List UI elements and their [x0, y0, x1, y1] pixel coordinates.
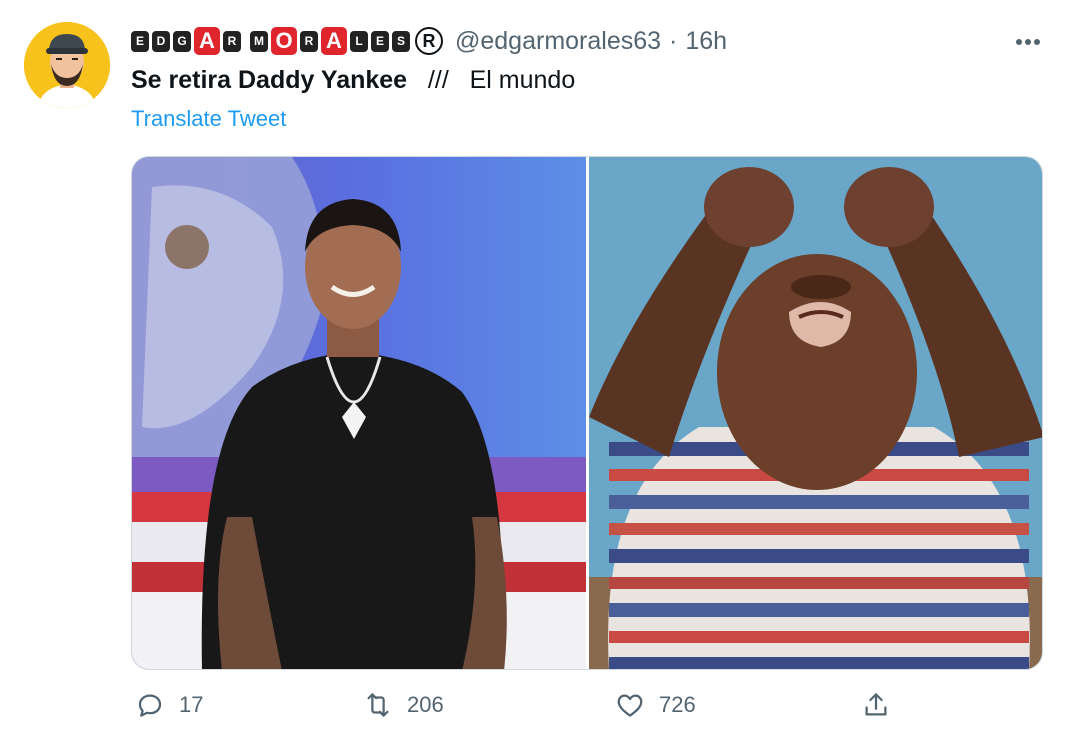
- share-button[interactable]: [861, 690, 891, 720]
- name-letter-badge: A: [321, 27, 347, 55]
- name-letter-badge: R: [223, 30, 241, 52]
- man-smiling-photo: [132, 157, 586, 669]
- retweet-count: 206: [407, 692, 444, 717]
- name-letter-badge: E: [371, 30, 389, 52]
- tweet-text-bold: Se retira Daddy Yankee: [131, 66, 408, 94]
- name-letter-badge: E: [131, 30, 149, 52]
- name-letter-badge: G: [173, 30, 191, 52]
- tweet-text: Se retira Daddy Yankee /// El mundo: [131, 66, 575, 95]
- retweet-icon: [367, 693, 389, 717]
- name-letter-badge: S: [392, 30, 410, 52]
- tweet-actions: 17 206 726: [131, 690, 1074, 730]
- translate-tweet-link[interactable]: Translate Tweet: [131, 106, 286, 132]
- name-letter-badge: A: [194, 27, 220, 55]
- heart-icon: [617, 694, 643, 717]
- reply-icon: [138, 694, 162, 717]
- tweet-header: E D G A R M O R A L E S R @edgarmorales6…: [131, 22, 1054, 60]
- registered-mark: R: [415, 27, 443, 55]
- name-letter-badge: M: [250, 30, 268, 52]
- more-options-button[interactable]: [1010, 24, 1046, 60]
- author-name[interactable]: E D G A R M O R A L E S R: [131, 27, 443, 55]
- tweet-timestamp[interactable]: 16h: [685, 27, 727, 56]
- tweet-media: [131, 156, 1043, 670]
- more-horizontal-icon: [1016, 39, 1040, 45]
- media-photo-left[interactable]: [132, 157, 586, 669]
- crying-child-photo: [589, 157, 1042, 669]
- retweet-button[interactable]: 206: [363, 690, 444, 720]
- share-icon: [865, 693, 887, 716]
- separator-dot: ·: [669, 26, 678, 55]
- like-count: 726: [659, 692, 696, 717]
- avatar-illustration: [24, 22, 110, 108]
- name-letter-badge: O: [271, 27, 297, 55]
- reply-button[interactable]: 17: [135, 690, 203, 720]
- media-photo-right[interactable]: [589, 157, 1042, 669]
- author-handle[interactable]: @edgarmorales63: [455, 27, 661, 56]
- name-letter-badge: R: [300, 30, 318, 52]
- name-letter-badge: D: [152, 30, 170, 52]
- like-button[interactable]: 726: [615, 690, 696, 720]
- avatar[interactable]: [24, 22, 110, 108]
- name-letter-badge: L: [350, 30, 368, 52]
- tweet-text-rest: /// El mundo: [407, 66, 576, 94]
- reply-count: 17: [179, 692, 204, 717]
